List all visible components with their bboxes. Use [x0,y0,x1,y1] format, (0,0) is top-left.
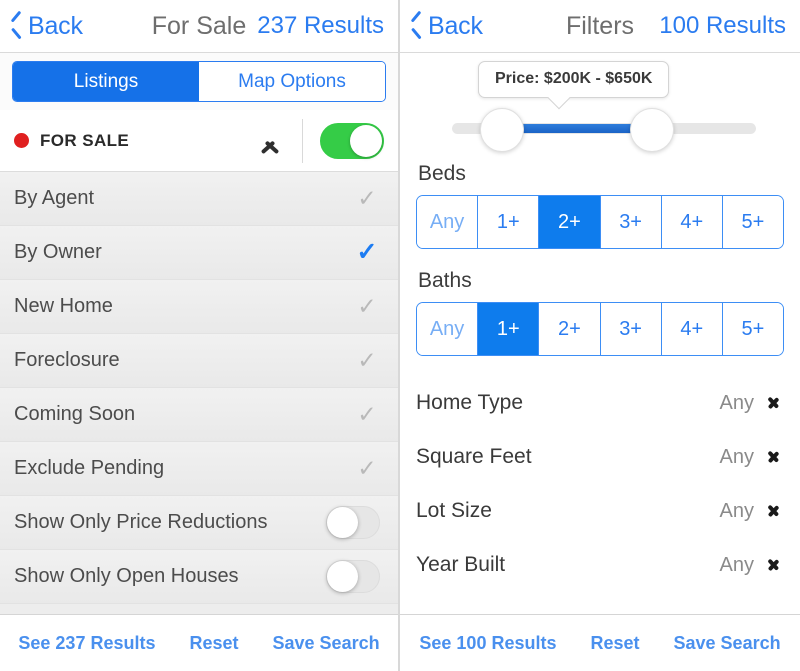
tab-listings[interactable]: Listings [13,62,199,101]
divider [302,118,303,163]
list-item[interactable]: By Owner ✓ [0,226,398,280]
filter-label: Home Type [416,391,523,414]
beds-option-1plus[interactable]: 1+ [478,196,540,248]
checkmark-icon[interactable]: ✓ [354,403,380,426]
baths-option-2plus[interactable]: 2+ [539,303,601,355]
baths-option-1plus[interactable]: 1+ [478,303,540,355]
back-label: Back [428,11,483,40]
beds-option-any[interactable]: Any [417,196,479,248]
checkmark-icon[interactable]: ✓ [354,187,380,210]
beds-option-2plus[interactable]: 2+ [539,196,601,248]
filter-row-year-built[interactable]: Year Built Any [416,538,784,592]
section-header-label: FOR SALE [40,130,130,150]
price-reductions-toggle[interactable] [326,506,380,539]
beds-option-5plus[interactable]: 5+ [722,196,783,248]
price-range-slider[interactable]: Price: $200K - $650K [416,53,784,160]
segmented-tabs: Listings Map Options [12,61,386,102]
baths-option-4plus[interactable]: 4+ [661,303,723,355]
filter-value: Any [719,391,754,414]
list-item[interactable]: Show Only Open Houses [0,550,398,604]
list-item[interactable]: By Agent ✓ [0,172,398,226]
option-label: New Home [14,295,113,317]
app-screen: Back For Sale 237 Results Listings Map O… [0,0,800,671]
filter-label: Square Feet [416,445,532,468]
filter-value: Any [719,445,754,468]
checkmark-icon[interactable]: ✓ [354,457,380,480]
left-navbar: Back For Sale 237 Results [0,0,398,53]
chevron-right-icon [769,555,780,575]
baths-label: Baths [418,269,472,292]
right-navbar: Back Filters 100 Results [400,0,800,53]
list-item[interactable]: New Home ✓ [0,280,398,334]
see-results-button[interactable]: See 100 Results [419,633,556,654]
save-search-button[interactable]: Save Search [273,633,380,654]
results-count[interactable]: 100 Results [659,12,786,40]
option-label: Exclude Pending [14,457,165,479]
option-label: Foreclosure [14,349,120,371]
back-button[interactable]: Back [410,12,483,41]
for-sale-section-header[interactable]: FOR SALE [0,110,398,172]
filter-value: Any [719,499,754,522]
list-item[interactable]: Exclude Pending ✓ [0,442,398,496]
toggle-knob [350,124,382,157]
option-label: By Agent [14,187,95,209]
filter-label: Lot Size [416,499,492,522]
filters-panel: Back Filters 100 Results Price: $200K - … [400,0,800,671]
slider-handle-max[interactable] [630,108,674,152]
for-sale-toggle[interactable] [320,122,384,159]
filter-row-lot-size[interactable]: Lot Size Any [416,484,784,538]
checkmark-icon[interactable]: ✓ [354,295,380,318]
chevron-up-icon[interactable] [258,133,282,149]
chevron-right-icon [769,393,780,413]
toggle-knob [327,507,358,538]
back-button[interactable]: Back [10,12,83,41]
list-item[interactable]: Coming Soon ✓ [0,388,398,442]
chevron-right-icon [769,501,780,521]
checkmark-icon[interactable]: ✓ [354,240,380,265]
filter-label: Year Built [416,553,506,576]
option-label: Show Only Open Houses [14,565,239,587]
beds-label: Beds [418,162,466,185]
chevron-left-icon [410,15,423,37]
filters-body: Price: $200K - $650K Beds Any 1+ 2+ 3+ 4… [400,53,800,614]
results-count[interactable]: 237 Results [257,12,384,40]
option-label: By Owner [14,241,102,263]
beds-segmented-control: Any 1+ 2+ 3+ 4+ 5+ [416,195,784,249]
baths-segmented-control: Any 1+ 2+ 3+ 4+ 5+ [416,302,784,356]
filter-row-home-type[interactable]: Home Type Any [416,376,784,430]
tabs-container: Listings Map Options [0,53,398,110]
open-houses-toggle[interactable] [326,560,380,593]
chevron-right-icon [769,447,780,467]
list-item[interactable]: Foreclosure ✓ [0,334,398,388]
chevron-left-icon [10,15,23,37]
reset-button[interactable]: Reset [189,633,238,654]
price-tooltip: Price: $200K - $650K [478,61,670,98]
baths-option-3plus[interactable]: 3+ [600,303,662,355]
back-label: Back [28,11,83,40]
beds-option-3plus[interactable]: 3+ [600,196,662,248]
options-list: By Agent ✓ By Owner ✓ New Home ✓ Foreclo… [0,172,398,614]
tab-map-options[interactable]: Map Options [199,62,385,101]
option-label: Coming Soon [14,403,136,425]
slider-handle-min[interactable] [480,108,524,152]
checkmark-icon[interactable]: ✓ [354,349,380,372]
left-bottom-bar: See 237 Results Reset Save Search [0,614,398,671]
toggle-knob [327,561,358,592]
see-results-button[interactable]: See 237 Results [18,633,155,654]
list-item[interactable]: Show Only Price Reductions [0,496,398,550]
reset-button[interactable]: Reset [590,633,639,654]
baths-option-5plus[interactable]: 5+ [722,303,783,355]
filter-row-square-feet[interactable]: Square Feet Any [416,430,784,484]
filter-value: Any [719,553,754,576]
beds-option-4plus[interactable]: 4+ [661,196,723,248]
red-dot-icon [14,133,29,148]
right-bottom-bar: See 100 Results Reset Save Search [400,614,800,671]
for-sale-panel: Back For Sale 237 Results Listings Map O… [0,0,400,671]
save-search-button[interactable]: Save Search [674,633,781,654]
option-label: Show Only Price Reductions [14,511,268,533]
baths-option-any[interactable]: Any [417,303,479,355]
